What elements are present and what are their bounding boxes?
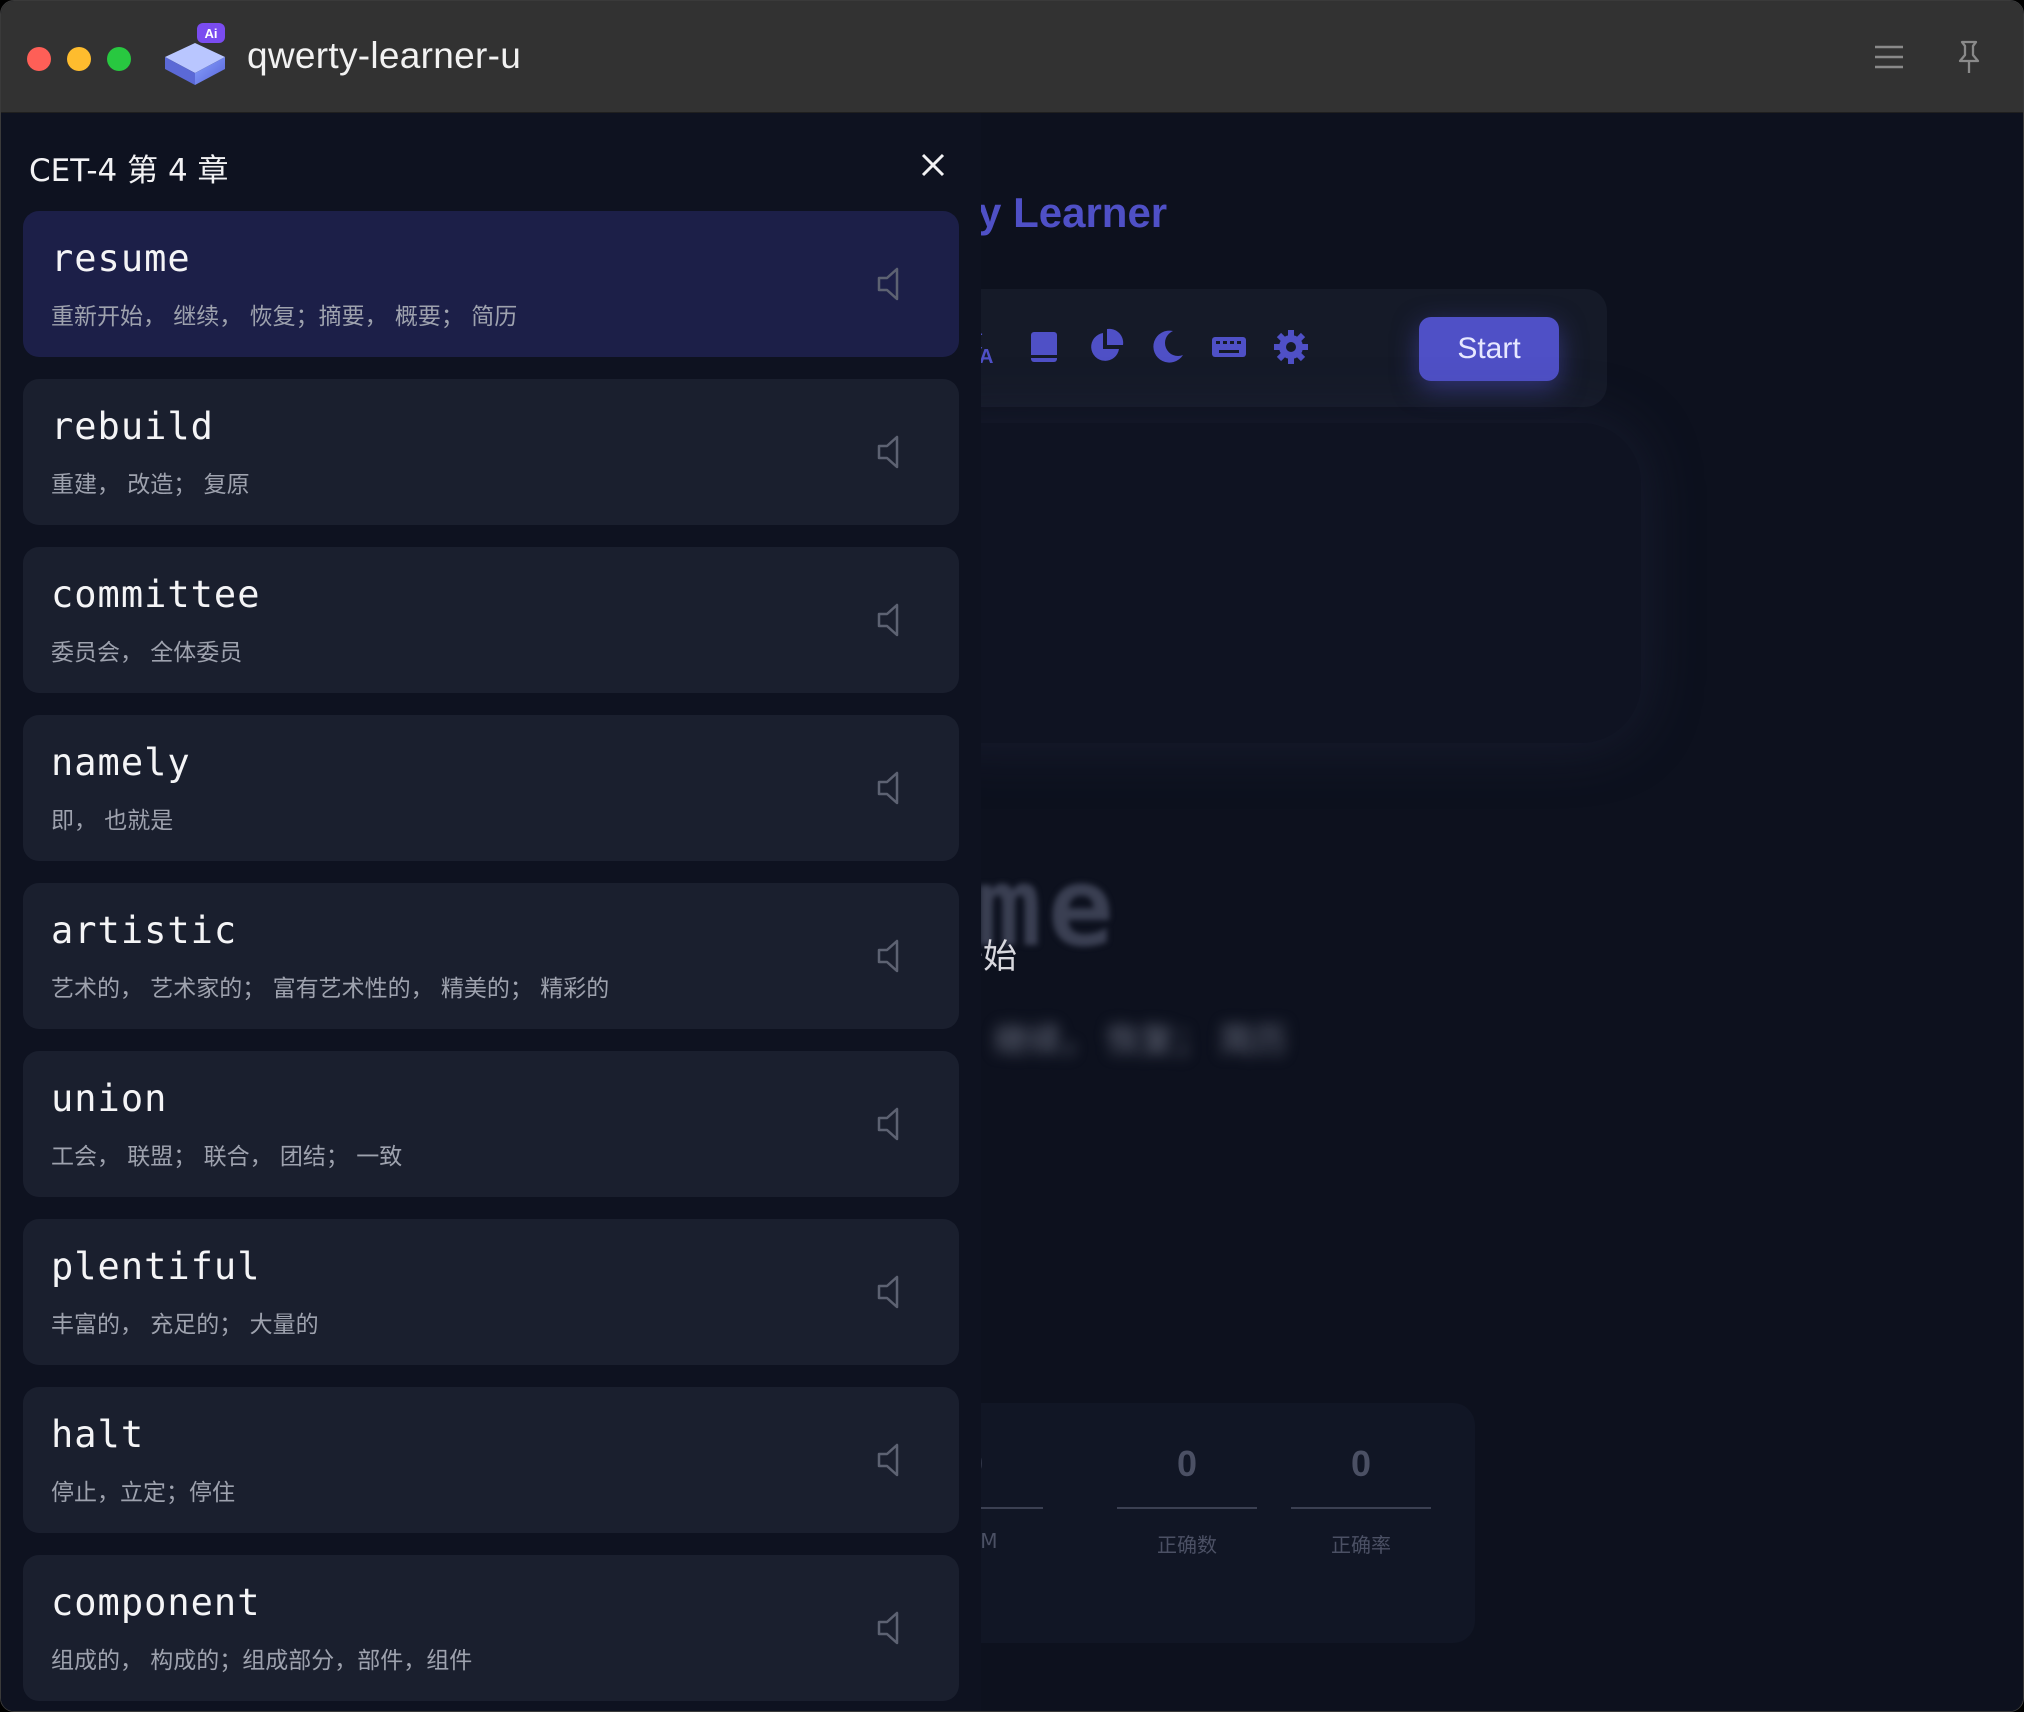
- drawer-title: CET-4 第 4 章: [29, 153, 229, 189]
- word-translation: 停止，立定；停住: [51, 1480, 235, 1506]
- word-card[interactable]: halt 停止，立定；停住: [23, 1387, 959, 1533]
- word-card[interactable]: artistic 艺术的， 艺术家的； 富有艺术性的， 精美的； 精彩的: [23, 883, 959, 1029]
- word-translation: 丰富的， 充足的； 大量的: [51, 1312, 319, 1338]
- speaker-icon[interactable]: [873, 935, 915, 977]
- menu-icon[interactable]: [1869, 37, 1909, 77]
- word-translation: 组成的， 构成的；组成部分，部件，组件: [51, 1648, 473, 1674]
- word-text: committee: [51, 573, 261, 616]
- stat-value: 0: [1176, 1443, 1198, 1484]
- close-icon[interactable]: [913, 145, 953, 185]
- speaker-icon[interactable]: [873, 1439, 915, 1481]
- word-text: resume: [51, 237, 191, 280]
- stat-divider: [1291, 1507, 1431, 1509]
- minimize-window-button[interactable]: [67, 47, 91, 71]
- word-text: plentiful: [51, 1245, 261, 1288]
- word-translation: 即， 也就是: [51, 808, 174, 834]
- word-card[interactable]: resume 重新开始， 继续， 恢复；摘要， 概要； 简历: [23, 211, 959, 357]
- close-window-button[interactable]: [27, 47, 51, 71]
- stat-divider: [1117, 1507, 1257, 1509]
- word-card[interactable]: plentiful 丰富的， 充足的； 大量的: [23, 1219, 959, 1365]
- word-translation: 委员会， 全体委员: [51, 640, 243, 666]
- word-translation: 艺术的， 艺术家的； 富有艺术性的， 精美的； 精彩的: [51, 976, 610, 1002]
- stat-label: 正确数: [1157, 1533, 1217, 1557]
- word-translation: 重建， 改造； 复原: [51, 472, 250, 498]
- speaker-icon[interactable]: [873, 1103, 915, 1145]
- toolbar: 文 A: [899, 289, 1607, 407]
- window-title: qwerty-learner-u: [247, 35, 522, 76]
- start-button[interactable]: Start: [1419, 317, 1559, 381]
- word-translation: 工会， 联盟； 联合， 团结； 一致: [51, 1144, 403, 1170]
- speaker-icon[interactable]: [873, 767, 915, 809]
- stat-label: 正确率: [1331, 1533, 1391, 1557]
- pie-chart-icon[interactable]: [1085, 327, 1125, 367]
- svg-text:A: A: [979, 346, 993, 367]
- word-card[interactable]: rebuild 重建， 改造； 复原: [23, 379, 959, 525]
- chapter-word-drawer: CET-4 第 4 章 resume 重新开始， 继续， 恢复；摘要， 概要； …: [1, 113, 981, 1711]
- moon-icon[interactable]: [1147, 327, 1187, 367]
- app-logo-icon: Ai: [165, 23, 225, 85]
- word-card[interactable]: component 组成的， 构成的；组成部分，部件，组件: [23, 1555, 959, 1701]
- speaker-icon[interactable]: [873, 599, 915, 641]
- keyboard-icon[interactable]: [1209, 327, 1249, 367]
- word-card[interactable]: union 工会， 联盟； 联合， 团结； 一致: [23, 1051, 959, 1197]
- word-text: rebuild: [51, 405, 214, 448]
- book-icon[interactable]: [1023, 327, 1063, 367]
- gear-icon[interactable]: [1271, 327, 1311, 367]
- speaker-icon[interactable]: [873, 1607, 915, 1649]
- title-bar: Ai qwerty-learner-u: [1, 1, 2023, 113]
- word-text: halt: [51, 1413, 145, 1456]
- svg-text:Ai: Ai: [205, 26, 218, 41]
- word-text: union: [51, 1077, 168, 1120]
- speaker-icon[interactable]: [873, 1271, 915, 1313]
- app-window: Ai qwerty-learner-u verty Learner 文 A: [0, 0, 2024, 1712]
- word-card[interactable]: committee 委员会， 全体委员: [23, 547, 959, 693]
- stat-value: 0: [1350, 1443, 1372, 1484]
- speaker-icon[interactable]: [873, 431, 915, 473]
- word-text: namely: [51, 741, 191, 784]
- word-text: artistic: [51, 909, 238, 952]
- speaker-icon[interactable]: [873, 263, 915, 305]
- word-card[interactable]: namely 即， 也就是: [23, 715, 959, 861]
- stats-panel: 0 WPM 0 正确数 0 正确率: [901, 1403, 1475, 1643]
- pin-icon[interactable]: [1949, 37, 1989, 77]
- maximize-window-button[interactable]: [107, 47, 131, 71]
- word-text: component: [51, 1581, 261, 1624]
- word-panel-glow: [901, 423, 1641, 743]
- word-translation: 重新开始， 继续， 恢复；摘要， 概要； 简历: [51, 304, 518, 330]
